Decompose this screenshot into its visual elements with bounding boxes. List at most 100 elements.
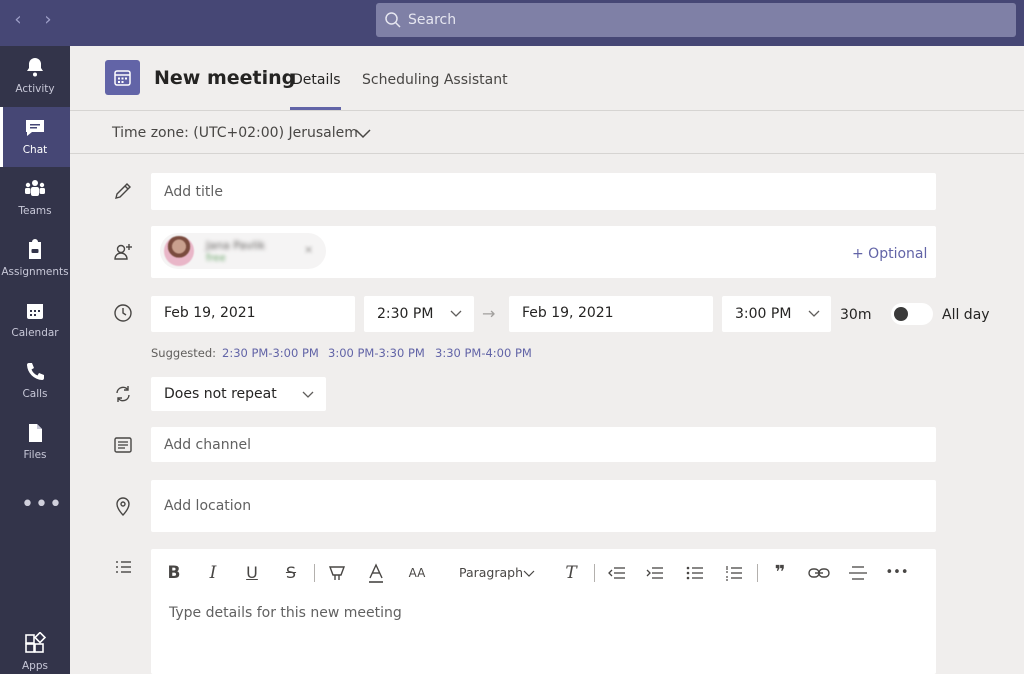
location-input[interactable] bbox=[151, 480, 936, 532]
bell-icon bbox=[27, 58, 43, 77]
rail-item-label: Calls bbox=[22, 388, 48, 400]
rail-item-calls[interactable]: Calls bbox=[0, 351, 70, 411]
start-date-value: Feb 19, 2021 bbox=[164, 305, 256, 321]
chevron-down-icon bbox=[302, 391, 314, 398]
attendee-chip[interactable]: Jana Pavlik free × bbox=[160, 233, 326, 269]
apps-icon bbox=[25, 632, 47, 653]
quote-button[interactable]: ❞ bbox=[769, 561, 791, 585]
paragraph-dropdown[interactable]: Paragraph bbox=[456, 561, 526, 585]
rail-item-label: Apps bbox=[22, 660, 48, 672]
location-field[interactable] bbox=[151, 480, 936, 532]
font-size-button[interactable]: AA bbox=[405, 561, 429, 585]
suggested-time-link[interactable]: 3:30 PM-4:00 PM bbox=[435, 346, 532, 360]
page-title: New meeting bbox=[154, 67, 296, 89]
arrow-right-icon: → bbox=[482, 304, 496, 323]
attendee-status: free bbox=[206, 253, 226, 264]
file-icon bbox=[29, 424, 42, 442]
rail-item-label: Teams bbox=[18, 205, 52, 217]
chevron-down-icon bbox=[523, 570, 535, 577]
start-time-value: 2:30 PM bbox=[377, 306, 434, 322]
font-color-icon[interactable] bbox=[366, 561, 386, 585]
tab-scheduling-assistant[interactable]: Scheduling Assistant bbox=[362, 72, 508, 88]
add-optional-attendees-link[interactable]: + Optional bbox=[852, 246, 927, 262]
toolbar-separator bbox=[757, 564, 758, 582]
rail-item-label: Calendar bbox=[11, 327, 59, 339]
rail-item-label: Activity bbox=[15, 83, 55, 95]
tab-details[interactable]: Details bbox=[292, 72, 341, 88]
channel-icon bbox=[114, 437, 132, 453]
title-field[interactable] bbox=[151, 173, 936, 210]
more-options-icon[interactable]: ••• bbox=[884, 561, 910, 585]
rail-item-files[interactable]: Files bbox=[0, 412, 70, 472]
rail-item-label: Chat bbox=[22, 144, 48, 156]
repeat-select[interactable]: Does not repeat bbox=[151, 377, 326, 411]
rail-item-calendar[interactable]: Calendar bbox=[0, 290, 70, 350]
rail-item-chat[interactable]: Chat bbox=[0, 107, 70, 167]
underline-button[interactable]: U bbox=[242, 561, 262, 585]
end-time-value: 3:00 PM bbox=[735, 306, 792, 322]
chat-icon bbox=[26, 120, 44, 136]
toolbar-separator bbox=[594, 564, 595, 582]
pencil-icon bbox=[115, 183, 131, 199]
rail-item-assignments[interactable]: Assignments bbox=[0, 229, 70, 289]
highlight-icon[interactable] bbox=[326, 561, 348, 585]
divider bbox=[70, 153, 1024, 154]
all-day-toggle[interactable] bbox=[891, 303, 933, 325]
rail-item-activity[interactable]: Activity bbox=[0, 46, 70, 106]
divider bbox=[70, 110, 1024, 111]
link-icon[interactable] bbox=[807, 561, 831, 585]
details-text-area[interactable]: Type details for this new meeting bbox=[169, 605, 402, 621]
meeting-calendar-icon bbox=[105, 60, 140, 95]
chevron-down-icon[interactable] bbox=[354, 126, 372, 142]
strikethrough-button[interactable]: S bbox=[281, 561, 301, 585]
chevron-down-icon bbox=[450, 310, 462, 317]
numbered-list-icon[interactable] bbox=[723, 561, 745, 585]
calendar-icon bbox=[27, 304, 43, 319]
forward-arrow-icon[interactable]: › bbox=[38, 10, 58, 30]
back-arrow-icon[interactable]: ‹ bbox=[8, 10, 28, 30]
duration-label: 30m bbox=[840, 307, 872, 323]
channel-field[interactable] bbox=[151, 427, 936, 462]
more-apps-icon[interactable]: ••• bbox=[21, 492, 63, 517]
end-date-value: Feb 19, 2021 bbox=[522, 305, 614, 321]
teams-icon bbox=[25, 180, 45, 196]
horizontal-rule-icon[interactable] bbox=[847, 561, 869, 585]
timezone-selector[interactable]: Time zone: (UTC+02:00) Jerusalem bbox=[112, 125, 358, 141]
toolbar-separator bbox=[314, 564, 315, 582]
toggle-knob bbox=[894, 307, 908, 321]
search-box[interactable] bbox=[376, 3, 1016, 37]
attendee-name: Jana Pavlik bbox=[206, 239, 266, 252]
suggested-time-link[interactable]: 3:00 PM-3:30 PM bbox=[328, 346, 425, 360]
avatar bbox=[164, 236, 194, 266]
bold-button[interactable]: B bbox=[164, 561, 184, 585]
end-date-field[interactable]: Feb 19, 2021 bbox=[509, 296, 713, 332]
details-editor[interactable]: B I U S AA Paragraph T ❞ ••• Type detail… bbox=[151, 549, 936, 674]
suggested-label: Suggested: bbox=[151, 346, 217, 360]
start-time-select[interactable]: 2:30 PM bbox=[364, 296, 474, 332]
increase-indent-icon[interactable] bbox=[644, 561, 666, 585]
chevron-down-icon bbox=[808, 310, 820, 317]
channel-input[interactable] bbox=[151, 427, 936, 462]
italic-button[interactable]: I bbox=[203, 561, 223, 585]
top-bar: ‹ › bbox=[0, 0, 1024, 46]
repeat-value: Does not repeat bbox=[164, 386, 277, 402]
bulleted-list-icon[interactable] bbox=[684, 561, 706, 585]
assignments-icon bbox=[29, 239, 41, 259]
search-icon bbox=[385, 12, 401, 28]
decrease-indent-icon[interactable] bbox=[606, 561, 628, 585]
repeat-icon bbox=[116, 386, 130, 402]
end-time-select[interactable]: 3:00 PM bbox=[722, 296, 831, 332]
suggested-time-link[interactable]: 2:30 PM-3:00 PM bbox=[222, 346, 319, 360]
title-input[interactable] bbox=[151, 173, 936, 210]
rail-item-label: Files bbox=[23, 449, 47, 461]
rail-item-label: Assignments bbox=[1, 266, 69, 278]
app-rail: Activity Chat Teams Assignments Calendar… bbox=[0, 46, 70, 674]
details-list-icon bbox=[116, 561, 131, 573]
search-input[interactable] bbox=[408, 3, 998, 37]
rail-item-apps[interactable]: Apps bbox=[0, 623, 70, 674]
rail-item-teams[interactable]: Teams bbox=[0, 168, 70, 228]
clear-formatting-button[interactable]: T bbox=[560, 561, 582, 585]
clock-icon bbox=[114, 304, 132, 322]
remove-attendee-icon[interactable]: × bbox=[304, 243, 313, 256]
start-date-field[interactable]: Feb 19, 2021 bbox=[151, 296, 355, 332]
